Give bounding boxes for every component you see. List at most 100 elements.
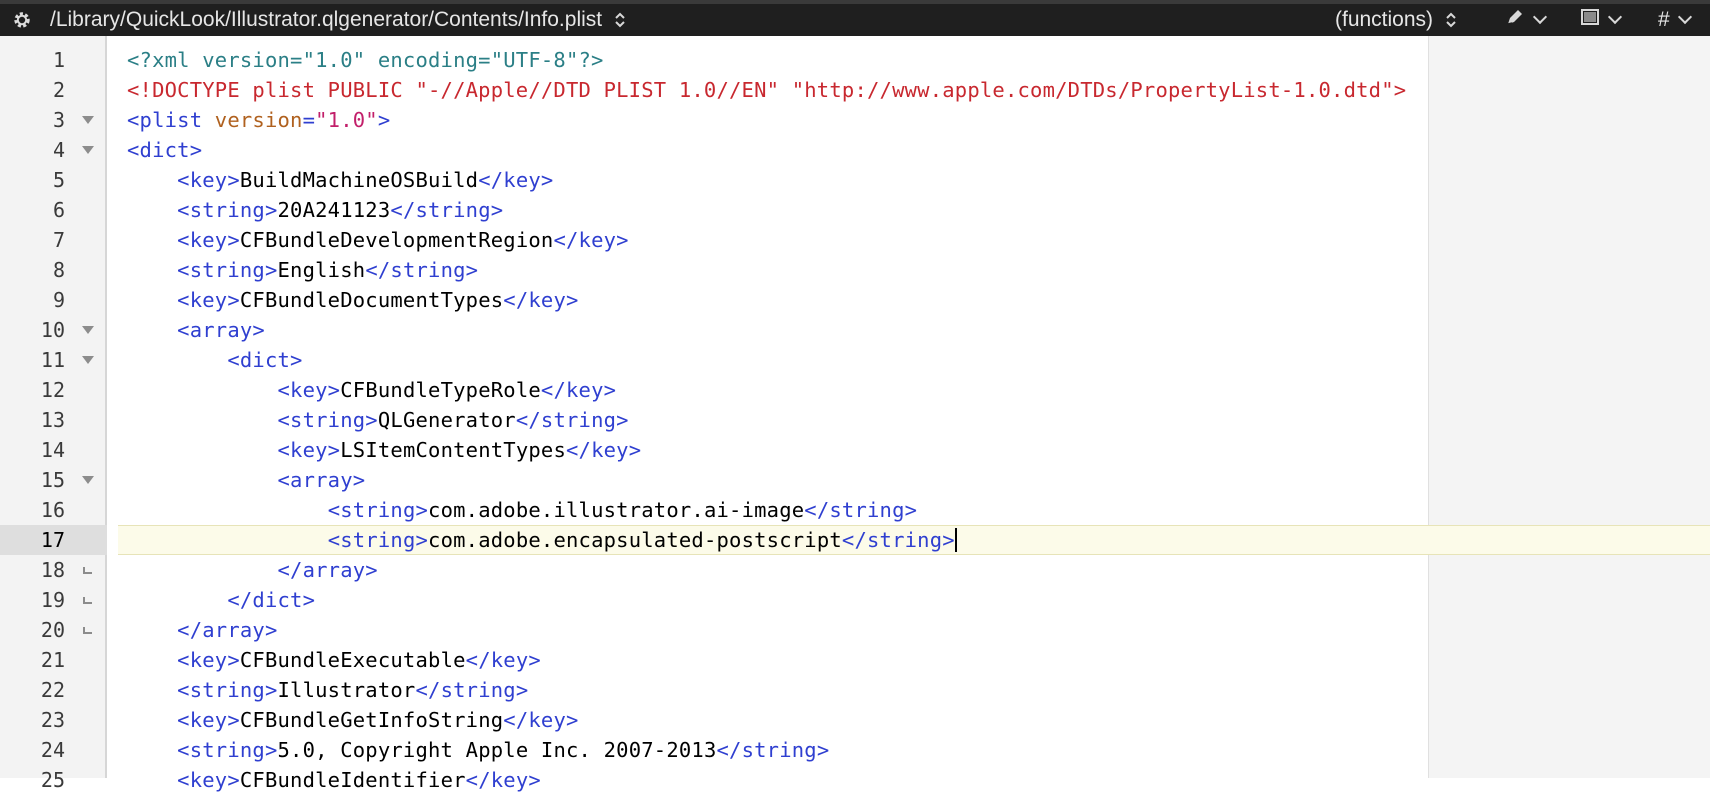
code-text[interactable]: <?xml version="1.0" encoding="UTF-8"?> (127, 45, 604, 75)
code-text[interactable]: <plist version="1.0"> (127, 105, 390, 135)
code-text[interactable]: <string>English</string> (127, 255, 478, 285)
code-text[interactable]: <key>LSItemContentTypes</key> (127, 435, 642, 465)
code-line[interactable]: 19 </dict> (0, 585, 1710, 615)
code-text[interactable]: </array> (127, 555, 378, 585)
file-path-popup[interactable]: /Library/QuickLook/Illustrator.qlgenerat… (50, 4, 626, 36)
code-text[interactable]: <dict> (127, 135, 202, 165)
code-line[interactable]: 25 <key>CFBundleIdentifier</key> (0, 765, 1710, 795)
code-token: <key> (277, 438, 341, 462)
code-text[interactable]: <string>20A241123</string> (127, 195, 503, 225)
code-line[interactable]: 10 <array> (0, 315, 1710, 345)
markers-menu[interactable] (1505, 4, 1548, 36)
code-line[interactable]: 7 <key>CFBundleDevelopmentRegion</key> (0, 225, 1710, 255)
code-text[interactable]: <key>CFBundleExecutable</key> (127, 645, 541, 675)
code-line[interactable]: 15 <array> (0, 465, 1710, 495)
code-line[interactable]: 20 </array> (0, 615, 1710, 645)
window-menu[interactable] (1580, 4, 1623, 36)
code-token: <key> (177, 708, 240, 732)
code-line[interactable]: 23 <key>CFBundleGetInfoString</key> (0, 705, 1710, 735)
line-number: 8 (52, 258, 65, 282)
line-number: 15 (40, 468, 65, 492)
fold-triangle-icon[interactable] (81, 345, 97, 375)
code-token: com.adobe.illustrator.ai-image (428, 498, 805, 522)
code-line[interactable]: 17 <string>com.adobe.encapsulated-postsc… (0, 525, 1710, 555)
code-token: CFBundleGetInfoString (239, 708, 504, 732)
code-line[interactable]: 24 <string>5.0, Copyright Apple Inc. 200… (0, 735, 1710, 765)
code-line[interactable]: 9 <key>CFBundleDocumentTypes</key> (0, 285, 1710, 315)
code-line[interactable]: 8 <string>English</string> (0, 255, 1710, 285)
code-token: </string> (716, 738, 830, 762)
code-line[interactable]: 11 <dict> (0, 345, 1710, 375)
code-token: <dict> (227, 348, 303, 372)
code-token: <key> (177, 288, 240, 312)
code-text[interactable]: <key>CFBundleGetInfoString</key> (127, 705, 579, 735)
code-text[interactable]: <string>QLGenerator</string> (127, 405, 629, 435)
line-number: 18 (40, 558, 65, 582)
fold-triangle-icon[interactable] (81, 135, 97, 165)
file-path-label: /Library/QuickLook/Illustrator.qlgenerat… (50, 8, 603, 31)
line-number: 4 (52, 138, 65, 162)
line-number: 25 (40, 768, 65, 792)
line-number: 7 (52, 228, 65, 252)
code-text[interactable]: <key>CFBundleDocumentTypes</key> (127, 285, 579, 315)
code-text[interactable]: </array> (127, 615, 278, 645)
code-line[interactable]: 18 </array> (0, 555, 1710, 585)
code-text[interactable]: <key>CFBundleIdentifier</key> (127, 765, 541, 795)
code-line[interactable]: 2 <!DOCTYPE plist PUBLIC "-//Apple//DTD P… (0, 75, 1710, 105)
fold-triangle-icon[interactable] (81, 315, 97, 345)
line-number: 5 (52, 168, 65, 192)
code-line[interactable]: 5 <key>BuildMachineOSBuild</key> (0, 165, 1710, 195)
code-line[interactable]: 22 <string>Illustrator</string> (0, 675, 1710, 705)
code-text[interactable]: <key>CFBundleTypeRole</key> (127, 375, 616, 405)
fold-end-icon[interactable] (81, 615, 97, 645)
line-number: 16 (40, 498, 65, 522)
code-token: <string> (327, 498, 429, 522)
code-text[interactable]: <key>BuildMachineOSBuild</key> (127, 165, 553, 195)
code-line[interactable]: 21 <key>CFBundleExecutable</key> (0, 645, 1710, 675)
code-text[interactable]: </dict> (127, 585, 315, 615)
code-line[interactable]: 1 <?xml version="1.0" encoding="UTF-8"?> (0, 45, 1710, 75)
fold-end-icon[interactable] (81, 555, 97, 585)
code-line[interactable]: 16 <string>com.adobe.illustrator.ai-imag… (0, 495, 1710, 525)
code-text[interactable]: <string>com.adobe.illustrator.ai-image</… (127, 495, 917, 525)
code-line[interactable]: 12 <key>CFBundleTypeRole</key> (0, 375, 1710, 405)
line-number: 23 (40, 708, 65, 732)
code-text[interactable]: <key>CFBundleDevelopmentRegion</key> (127, 225, 629, 255)
code-text[interactable]: <array> (127, 465, 366, 495)
fold-end-icon[interactable] (81, 585, 97, 615)
line-number: 20 (40, 618, 65, 642)
code-line[interactable]: 4 <dict> (0, 135, 1710, 165)
code-token: 5.0, Copyright Apple Inc. 2007-2013 (277, 738, 717, 762)
code-text[interactable]: <dict> (127, 345, 303, 375)
code-token: <array> (177, 318, 265, 342)
code-text[interactable]: <array> (127, 315, 265, 345)
code-token: <string> (177, 258, 278, 282)
gear-icon[interactable] (10, 4, 34, 36)
fold-triangle-icon[interactable] (81, 465, 97, 495)
code-text[interactable]: <string>5.0, Copyright Apple Inc. 2007-2… (127, 735, 829, 765)
code-text[interactable]: <!DOCTYPE plist PUBLIC "-//Apple//DTD PL… (127, 75, 1406, 105)
fold-triangle-icon[interactable] (81, 105, 97, 135)
window-icon (1580, 7, 1600, 33)
code-line[interactable]: 14 <key>LSItemContentTypes</key> (0, 435, 1710, 465)
line-number-menu[interactable]: # (1658, 4, 1692, 36)
code-line[interactable]: 6 <string>20A241123</string> (0, 195, 1710, 225)
code-text[interactable]: <string>Illustrator</string> (127, 675, 528, 705)
line-number: 10 (40, 318, 65, 342)
code-text[interactable]: <string>com.adobe.encapsulated-postscrip… (127, 525, 957, 555)
functions-menu[interactable]: (functions) (1335, 4, 1457, 36)
code-token: </array> (177, 618, 278, 642)
code-line[interactable]: 13 <string>QLGenerator</string> (0, 405, 1710, 435)
navigation-bar: /Library/QuickLook/Illustrator.qlgenerat… (0, 0, 1710, 36)
code-line[interactable]: 3 <plist version="1.0"> (0, 105, 1710, 135)
